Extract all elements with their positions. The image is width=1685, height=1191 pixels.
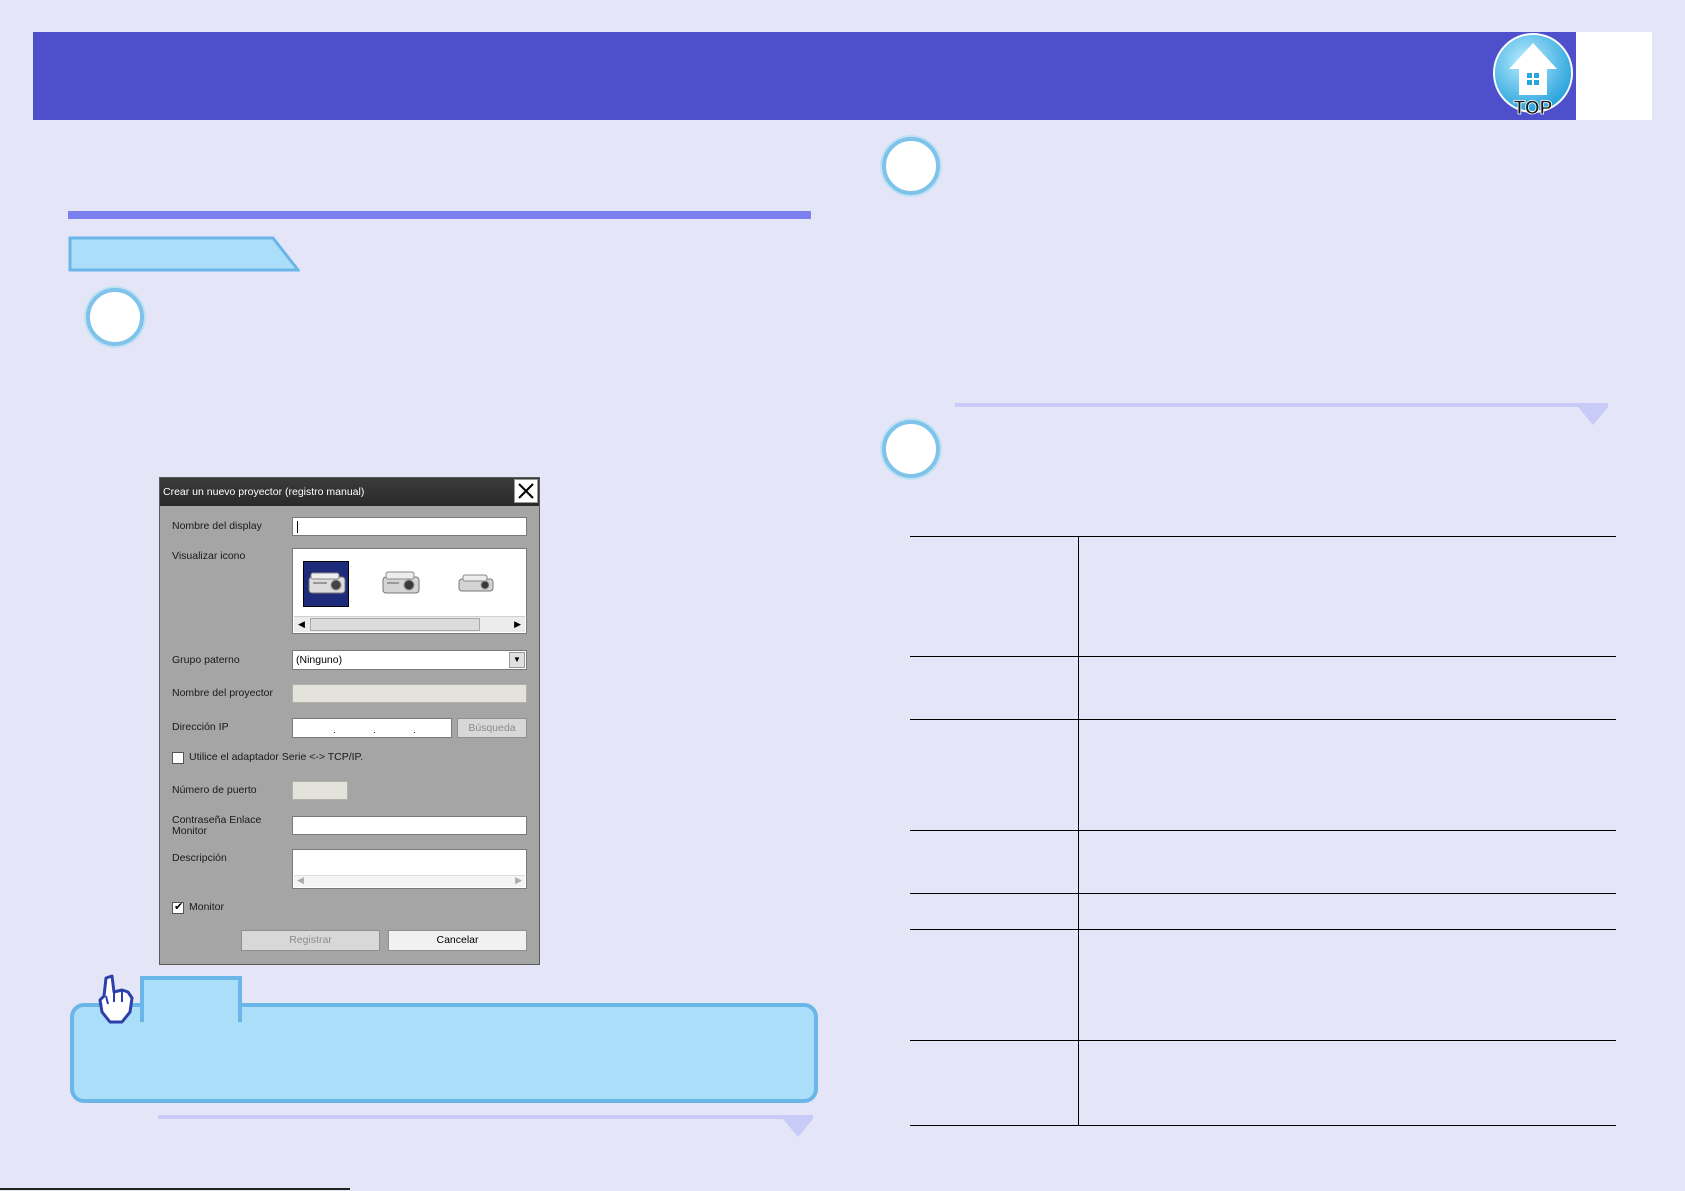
scroll-right-icon[interactable]: ▶: [515, 875, 522, 886]
table-cell: [910, 1040, 1079, 1126]
ip-separator: .: [373, 725, 376, 736]
dialog-title: Crear un nuevo proyector (registro manua…: [163, 486, 365, 498]
table-row: [910, 1040, 1616, 1126]
table-cell: [1078, 830, 1616, 894]
scroll-left-icon[interactable]: ◀: [297, 875, 304, 886]
close-icon: [518, 483, 534, 499]
display-icon-label: Visualizar icono: [172, 550, 246, 562]
projector-icon-small[interactable]: [457, 573, 495, 595]
left-divider-arrow: [158, 1115, 813, 1137]
icon-horizontal-scrollbar[interactable]: ◀ ▶: [294, 616, 525, 632]
port-number-label: Número de puerto: [172, 784, 257, 796]
scrollbar-thumb[interactable]: [310, 618, 480, 631]
section-rule: [68, 211, 811, 219]
chevron-down-icon[interactable]: ▼: [509, 652, 525, 668]
dialog-titlebar: Crear un nuevo proyector (registro manua…: [160, 478, 539, 506]
description-textarea[interactable]: ◀ ▶: [292, 849, 527, 889]
settings-table: [910, 536, 1616, 1126]
table-cell: [910, 719, 1079, 831]
table-row: [910, 830, 1616, 894]
table-cell: [910, 830, 1079, 894]
top-button[interactable]: TOP: [1491, 33, 1576, 118]
table-cell: [1078, 1040, 1616, 1126]
table-cell: [910, 893, 1079, 930]
monitor-checkbox[interactable]: ✔: [172, 901, 184, 914]
table-row: [910, 536, 1616, 657]
step-circle-1: [86, 288, 144, 346]
checkmark-icon: ✔: [174, 901, 184, 913]
footer-line: [0, 1188, 350, 1190]
table-cell: [1078, 929, 1616, 1041]
step-circle-2: [882, 137, 940, 195]
header-bar: [33, 32, 1652, 120]
cancel-button[interactable]: Cancelar: [388, 930, 527, 951]
parent-group-value: (Ninguno): [296, 654, 343, 666]
description-label: Descripción: [172, 852, 227, 864]
top-button-label: TOP: [1514, 98, 1553, 118]
password-input[interactable]: [292, 816, 527, 835]
register-button[interactable]: Registrar: [241, 930, 380, 951]
ip-separator: .: [413, 725, 416, 736]
scroll-right-icon[interactable]: ▶: [514, 619, 521, 630]
table-cell: [910, 929, 1079, 1041]
table-row: [910, 656, 1616, 720]
point-tab: [140, 976, 242, 1022]
table-cell: [1078, 656, 1616, 720]
projector-icon-large[interactable]: [307, 571, 347, 597]
procedure-tab: [68, 236, 300, 272]
password-label-line2: Monitor: [172, 825, 208, 837]
table-cell: [910, 656, 1079, 720]
search-button[interactable]: Búsqueda: [457, 718, 527, 738]
ip-address-label: Dirección IP: [172, 721, 229, 733]
table-row: [910, 929, 1616, 1041]
ip-separator: .: [333, 725, 336, 736]
display-name-input[interactable]: [292, 517, 527, 536]
description-scrollbar[interactable]: ◀ ▶: [294, 875, 525, 887]
icon-picker: ◀ ▶: [292, 548, 527, 634]
port-number-input[interactable]: [292, 781, 348, 800]
table-row: [910, 719, 1616, 831]
table-cell: [910, 536, 1079, 657]
table-cell: [1078, 719, 1616, 831]
table-cell: [1078, 893, 1616, 930]
table-row: [910, 893, 1616, 930]
close-button[interactable]: [514, 479, 538, 503]
serial-adapter-label: Utilice el adaptador Serie <-> TCP/IP.: [189, 751, 364, 763]
text-caret: [297, 521, 298, 533]
serial-adapter-checkbox[interactable]: [172, 752, 184, 764]
projector-name-input[interactable]: [292, 684, 527, 703]
projector-name-label: Nombre del proyector: [172, 687, 273, 699]
right-divider-arrow: [955, 403, 1608, 425]
pointing-hand-icon: [98, 974, 134, 1024]
display-name-label: Nombre del display: [172, 520, 262, 532]
parent-group-label: Grupo paterno: [172, 654, 240, 666]
ip-address-input[interactable]: . . .: [292, 718, 452, 738]
scroll-left-icon[interactable]: ◀: [298, 619, 305, 630]
parent-group-select[interactable]: (Ninguno) ▼: [292, 650, 527, 670]
step-circle-3: [882, 420, 940, 478]
monitor-label: Monitor: [189, 901, 225, 913]
projector-icon-medium[interactable]: [381, 569, 421, 597]
house-up-arrow-icon: TOP: [1493, 33, 1573, 118]
table-cell: [1078, 536, 1616, 657]
header-page-corner: [1576, 32, 1652, 120]
create-projector-dialog: Crear un nuevo proyector (registro manua…: [159, 477, 540, 965]
